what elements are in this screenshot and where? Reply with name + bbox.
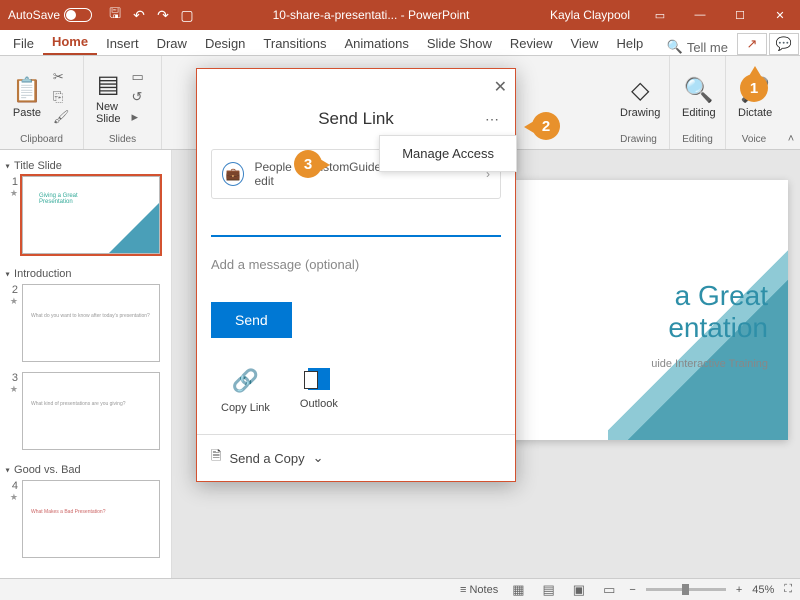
- message-input[interactable]: Add a message (optional): [211, 257, 501, 272]
- shapes-icon: ◇: [631, 76, 649, 105]
- ribbon-tabs: File Home Insert Draw Design Transitions…: [0, 30, 800, 56]
- callout-2: 2: [532, 112, 560, 140]
- zoom-level[interactable]: 45%: [752, 584, 774, 596]
- briefcase-icon: 💼: [222, 162, 244, 186]
- start-icon[interactable]: ▢: [176, 4, 198, 26]
- group-label: Voice: [732, 134, 776, 147]
- autosave-toggle[interactable]: AutoSave: [0, 8, 100, 22]
- quick-access-toolbar: 🖫 ↶ ↷ ▢: [100, 4, 202, 26]
- thumbnail-item[interactable]: 3★ What kind of presentations are you gi…: [4, 372, 167, 450]
- clipboard-icon: 📋: [12, 76, 42, 105]
- format-painter-icon[interactable]: 🖌: [52, 108, 71, 126]
- zoom-out-icon[interactable]: −: [629, 584, 635, 596]
- section-header[interactable]: Introduction: [4, 264, 167, 284]
- comments-button[interactable]: 💬: [769, 33, 799, 55]
- window-title: 10-share-a-presentati... - PowerPoint: [202, 8, 540, 22]
- notes-button[interactable]: ≡ Notes: [460, 584, 498, 596]
- zoom-slider[interactable]: [646, 588, 726, 591]
- copy-link-button[interactable]: 🔗Copy Link: [221, 368, 270, 414]
- more-options-icon[interactable]: ⋯: [485, 111, 501, 128]
- tab-animations[interactable]: Animations: [336, 32, 418, 55]
- copy-icon[interactable]: ⎘: [52, 88, 71, 106]
- send-a-copy-button[interactable]: 🗎 Send a Copy ⌄: [197, 434, 515, 481]
- share-button[interactable]: ↗: [737, 33, 767, 55]
- section-header[interactable]: Good vs. Bad: [4, 460, 167, 480]
- layout-icon[interactable]: ▭: [130, 68, 144, 86]
- section-icon[interactable]: ▸: [130, 108, 144, 126]
- minimize-icon[interactable]: —: [680, 0, 720, 30]
- tab-transitions[interactable]: Transitions: [254, 32, 335, 55]
- tab-file[interactable]: File: [4, 32, 43, 55]
- tell-me-search[interactable]: 🔍 Tell me: [659, 39, 736, 55]
- redo-icon[interactable]: ↷: [152, 4, 174, 26]
- new-slide-button[interactable]: ▤New Slide: [90, 68, 126, 127]
- group-label: Editing: [676, 134, 719, 147]
- chevron-down-icon: ⌄: [313, 450, 324, 466]
- new-slide-icon: ▤: [97, 70, 120, 99]
- paste-button[interactable]: 📋Paste: [6, 74, 48, 121]
- cut-icon[interactable]: ✂: [52, 68, 71, 86]
- editing-button[interactable]: 🔍Editing: [676, 74, 722, 121]
- section-header[interactable]: Title Slide: [4, 156, 167, 176]
- tab-review[interactable]: Review: [501, 32, 562, 55]
- user-name[interactable]: Kayla Claypool: [540, 8, 640, 22]
- status-bar: ≡ Notes ▦ ▤ ▣ ▭ − + 45% ⛶: [0, 578, 800, 600]
- recipients-input[interactable]: [211, 213, 501, 237]
- tab-insert[interactable]: Insert: [97, 32, 148, 55]
- ribbon-options-icon[interactable]: ▭: [640, 0, 680, 30]
- maximize-icon[interactable]: ☐: [720, 0, 760, 30]
- send-button[interactable]: Send: [211, 302, 292, 338]
- reset-icon[interactable]: ↺: [130, 88, 144, 106]
- find-icon: 🔍: [684, 76, 714, 105]
- search-icon: 🔍: [667, 39, 683, 55]
- group-label: Clipboard: [6, 134, 77, 147]
- undo-icon[interactable]: ↶: [128, 4, 150, 26]
- fit-to-window-icon[interactable]: ⛶: [784, 583, 792, 596]
- callout-3: 3: [294, 150, 322, 178]
- group-label: Slides: [90, 134, 155, 147]
- group-label: Drawing: [614, 134, 663, 147]
- tab-slideshow[interactable]: Slide Show: [418, 32, 501, 55]
- thumbnail-item[interactable]: 2★ What do you want to know after today'…: [4, 284, 167, 362]
- send-link-dialog: ✕ Send Link ⋯ Manage Access 💼 People in …: [196, 68, 516, 482]
- tab-draw[interactable]: Draw: [148, 32, 196, 55]
- thumbnail-item[interactable]: 1★ Giving a GreatPresentation: [4, 176, 167, 254]
- drawing-button[interactable]: ◇Drawing: [614, 74, 666, 121]
- collapse-ribbon-icon[interactable]: ˄: [782, 56, 800, 149]
- dialog-title: Send Link: [318, 109, 394, 128]
- document-icon: 🗎: [211, 447, 221, 469]
- sorter-view-icon[interactable]: ▤: [539, 582, 559, 598]
- slideshow-view-icon[interactable]: ▭: [599, 582, 619, 598]
- title-bar: AutoSave 🖫 ↶ ↷ ▢ 10-share-a-presentati..…: [0, 0, 800, 30]
- manage-access-menu-item[interactable]: Manage Access: [379, 135, 517, 172]
- link-icon: 🔗: [232, 368, 259, 394]
- reading-view-icon[interactable]: ▣: [569, 582, 589, 598]
- callout-1: 1: [740, 74, 768, 102]
- zoom-in-icon[interactable]: +: [736, 584, 742, 596]
- tab-design[interactable]: Design: [196, 32, 254, 55]
- tab-help[interactable]: Help: [607, 32, 652, 55]
- close-icon[interactable]: ✕: [760, 0, 800, 30]
- tab-home[interactable]: Home: [43, 30, 97, 55]
- save-icon[interactable]: 🖫: [104, 4, 126, 26]
- tab-view[interactable]: View: [562, 32, 608, 55]
- outlook-button[interactable]: Outlook: [300, 368, 338, 414]
- normal-view-icon[interactable]: ▦: [508, 582, 528, 598]
- slide-thumbnails-pane[interactable]: Title Slide 1★ Giving a GreatPresentatio…: [0, 150, 172, 578]
- outlook-icon: [308, 368, 330, 390]
- thumbnail-item[interactable]: 4★ What Makes a Bad Presentation?: [4, 480, 167, 558]
